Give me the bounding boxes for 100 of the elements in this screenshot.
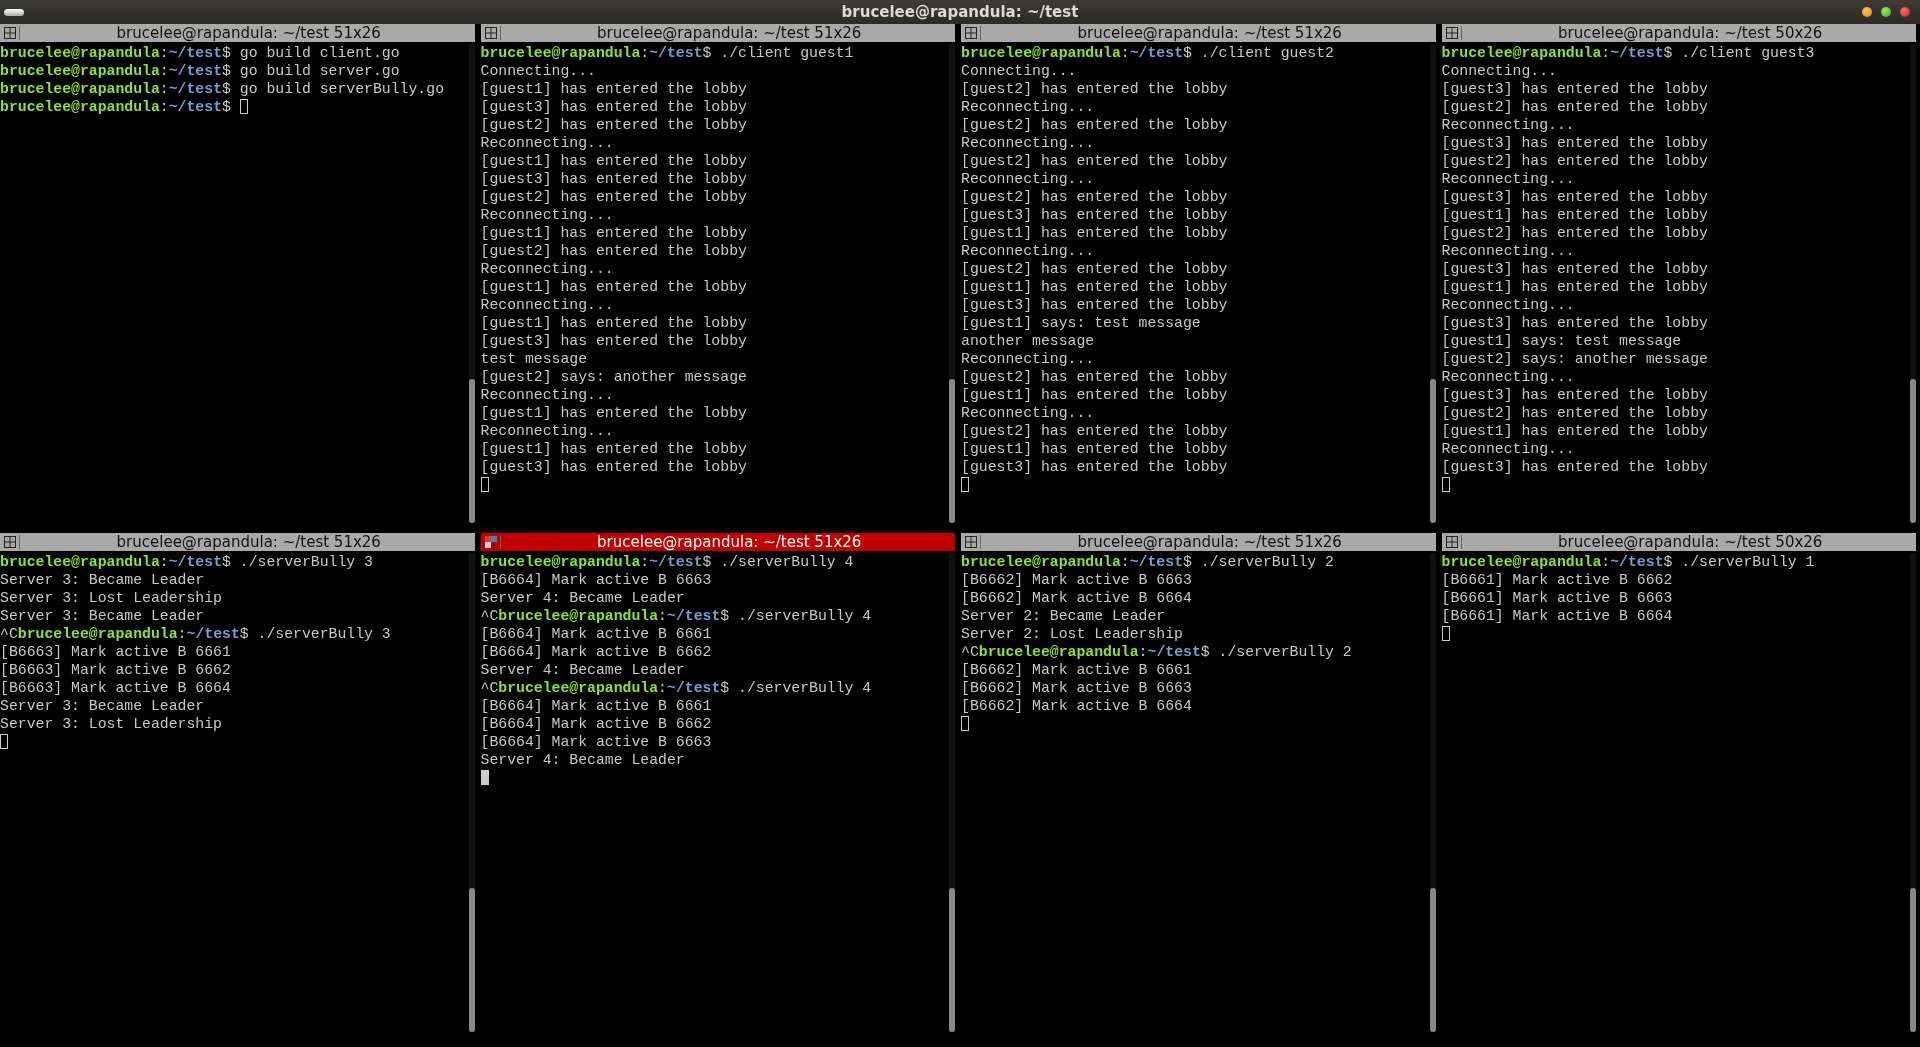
pane-title-bar[interactable]: brucelee@rapandula: ~/test 51x26 (0, 533, 475, 551)
terminal-line: ^Cbrucelee@rapandula:~/test$ ./serverBully 2 (961, 643, 1353, 661)
window-title: brucelee@rapandula: ~/test (841, 3, 1079, 21)
pane-title: brucelee@rapandula: ~/test 51x26 (1076, 24, 1343, 42)
terminal-line: [guest3] has entered the lobby (1441, 134, 1709, 152)
pane-title-bar[interactable]: brucelee@rapandula: ~/test 51x26 (961, 24, 1436, 42)
scrollbar[interactable] (949, 553, 955, 1032)
terminal-line: [B6661] Mark active B 6664 (1441, 607, 1674, 625)
terminal-line: [guest1] has entered the lobby (1441, 278, 1709, 296)
pane-title: brucelee@rapandula: ~/test 51x26 (1076, 533, 1343, 551)
grid-icon[interactable] (964, 26, 981, 40)
scrollbar[interactable] (1429, 44, 1436, 523)
pane-title-bar[interactable]: brucelee@rapandula: ~/test 51x26 (480, 24, 955, 42)
pane-title: brucelee@rapandula: ~/test 50x26 (1557, 533, 1824, 551)
terminal-line: [guest2] has entered the lobby (961, 116, 1229, 134)
maximize-button[interactable] (1881, 7, 1891, 17)
terminal-line: brucelee@rapandula:~/test$ (0, 98, 467, 116)
terminal-line: [guest2] has entered the lobby (480, 116, 748, 134)
pane-title-bar[interactable]: brucelee@rapandula: ~/test 51x26 (480, 533, 955, 551)
terminal-line: [guest1] has entered the lobby (1441, 206, 1709, 224)
terminal-line: [guest1] has entered the lobby (480, 314, 748, 332)
terminal-line: [guest1] has entered the lobby (480, 224, 748, 242)
close-button[interactable] (1900, 7, 1910, 17)
terminal-line: [guest3] has entered the lobby (1441, 188, 1709, 206)
terminal-line: [guest2] has entered the lobby (961, 368, 1229, 386)
terminal-line: [guest1] has entered the lobby (480, 278, 748, 296)
scrollbar[interactable] (468, 553, 475, 1032)
terminal-line: Connecting... (1441, 62, 1558, 80)
terminal-line: Reconnecting... (1441, 440, 1576, 458)
terminal-line: [guest1] has entered the lobby (961, 386, 1229, 404)
terminal-line: [guest3] has entered the lobby (480, 332, 748, 350)
terminal-line: [guest3] has entered the lobby (961, 458, 1229, 476)
pane-title: brucelee@rapandula: ~/test 50x26 (1557, 24, 1824, 42)
terminal-line: [guest2] says: another message (480, 368, 748, 386)
terminal-line: [B6661] Mark active B 6662 (1441, 571, 1674, 589)
terminal-line: [guest1] says: test message (961, 314, 1202, 332)
pane-title-bar[interactable]: brucelee@rapandula: ~/test 51x26 (961, 533, 1436, 551)
terminal-line: [guest3] has entered the lobby (480, 458, 748, 476)
terminal-line: Reconnecting... (961, 98, 1096, 116)
scrollbar[interactable] (1910, 44, 1916, 523)
terminal-line: [guest3] has entered the lobby (1441, 386, 1709, 404)
grid-icon[interactable] (483, 26, 501, 40)
terminal-line: [guest3] has entered the lobby (1441, 260, 1709, 278)
terminal-line: [guest2] has entered the lobby (480, 188, 748, 206)
terminal-line: [guest2] has entered the lobby (961, 152, 1229, 170)
pane-title: brucelee@rapandula: ~/test 51x26 (596, 24, 863, 42)
grid-icon[interactable] (3, 26, 20, 40)
terminal-line: Reconnecting... (480, 260, 615, 278)
terminal-line: [guest1] has entered the lobby (961, 224, 1229, 242)
terminal-line: [guest2] has entered the lobby (480, 242, 748, 260)
terminal-line: [B6663] Mark active B 6661 (0, 643, 232, 661)
scrollbar[interactable] (1429, 553, 1436, 1032)
terminal-line: [guest2] has entered the lobby (1441, 152, 1709, 170)
terminal-line: [guest3] has entered the lobby (961, 206, 1229, 224)
terminal-line: [B6664] Mark active B 6661 (480, 697, 713, 715)
terminal-line: Connecting... (961, 62, 1078, 80)
terminal-line: [guest2] has entered the lobby (961, 188, 1229, 206)
terminal-line: Reconnecting... (1441, 116, 1576, 134)
terminal-line: brucelee@rapandula:~/test$ ./client guest2 (961, 44, 1335, 62)
terminal-line: [guest1] has entered the lobby (480, 404, 748, 422)
terminal-line: [B6662] Mark active B 6661 (961, 661, 1193, 679)
terminal-line: [guest3] has entered the lobby (961, 296, 1229, 314)
terminal-line: [guest2] has entered the lobby (1441, 224, 1709, 242)
terminal-line: brucelee@rapandula:~/test$ ./serverBully 2 (961, 553, 1335, 571)
terminal-line: [B6662] Mark active B 6664 (961, 589, 1193, 607)
terminal-line: [guest1] has entered the lobby (961, 440, 1229, 458)
menu-icon[interactable] (4, 8, 24, 16)
grid-icon[interactable] (483, 535, 501, 549)
grid-icon[interactable] (964, 535, 981, 549)
terminal-line: Server 4: Became Leader (480, 661, 686, 679)
terminal-line: Reconnecting... (961, 134, 1096, 152)
terminal-line: Server 4: Became Leader (480, 751, 686, 769)
terminal-line: Server 3: Lost Leadership (0, 715, 223, 733)
terminal-line: [guest1] says: test message (1441, 332, 1683, 350)
scrollbar[interactable] (1910, 553, 1916, 1032)
terminal-line: [B6664] Mark active B 6661 (480, 625, 713, 643)
pane-title-bar[interactable]: brucelee@rapandula: ~/test 50x26 (1441, 24, 1916, 42)
terminal-line: [guest2] has entered the lobby (961, 80, 1229, 98)
terminal-line: brucelee@rapandula:~/test$ go build serverBully.go (0, 80, 445, 98)
terminal-line: [guest3] has entered the lobby (1441, 314, 1709, 332)
terminal-line: ^Cbrucelee@rapandula:~/test$ ./serverBully 3 (0, 625, 392, 643)
terminal-line: [B6664] Mark active B 6662 (480, 715, 713, 733)
grid-icon[interactable] (1444, 535, 1462, 549)
terminal-line: another message (961, 332, 1096, 350)
terminal-line: [B6663] Mark active B 6664 (0, 679, 232, 697)
pane-title-bar[interactable]: brucelee@rapandula: ~/test 51x26 (0, 24, 475, 42)
scrollbar[interactable] (468, 44, 475, 523)
minimize-button[interactable] (1862, 7, 1872, 17)
terminal-line: brucelee@rapandula:~/test$ go build client.go (0, 44, 401, 62)
pane-title-bar[interactable]: brucelee@rapandula: ~/test 50x26 (1441, 533, 1916, 551)
terminal-line: Server 2: Lost Leadership (961, 625, 1184, 643)
grid-icon[interactable] (1444, 26, 1462, 40)
pane-title: brucelee@rapandula: ~/test 51x26 (596, 533, 863, 551)
terminal-line: ^Cbrucelee@rapandula:~/test$ ./serverBully 4 (480, 607, 873, 625)
scrollbar[interactable] (949, 44, 955, 523)
terminal-line: [B6662] Mark active B 6663 (961, 571, 1193, 589)
terminal-line: [guest2] has entered the lobby (961, 260, 1229, 278)
terminal-line: [guest3] has entered the lobby (1441, 458, 1709, 476)
terminal-line: test message (480, 350, 589, 368)
grid-icon[interactable] (3, 535, 20, 549)
